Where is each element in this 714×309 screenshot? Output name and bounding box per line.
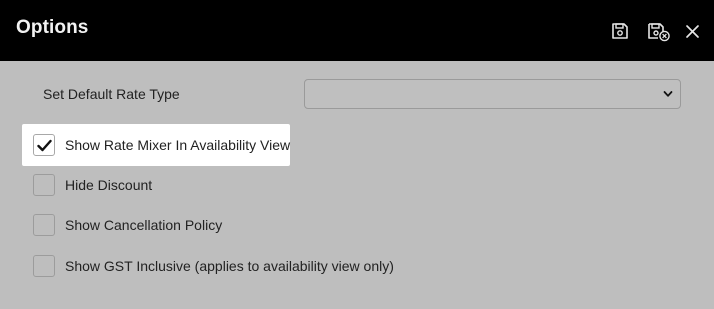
window-title: Options [16, 17, 89, 38]
option-hide-discount[interactable]: Hide Discount [33, 173, 152, 197]
save-close-icon[interactable] [646, 20, 672, 42]
window-header: Options [0, 0, 714, 61]
checkbox-label: Hide Discount [65, 177, 153, 193]
checkbox[interactable] [33, 255, 55, 277]
default-rate-type-select[interactable] [304, 79, 681, 109]
checkmark-icon [37, 139, 52, 152]
option-show-rate-mixer[interactable]: Show Rate Mixer In Availability View [33, 133, 290, 157]
checkbox-label: Show Cancellation Policy [65, 217, 223, 233]
option-show-gst-inclusive[interactable]: Show GST Inclusive (applies to availabil… [33, 254, 394, 278]
default-rate-type-label: Set Default Rate Type [43, 86, 180, 102]
chevron-down-icon [663, 91, 673, 97]
option-show-cancellation-policy[interactable]: Show Cancellation Policy [33, 213, 222, 237]
checkbox[interactable] [33, 174, 55, 196]
close-icon[interactable] [682, 20, 704, 42]
checkbox-label: Show GST Inclusive (applies to availabil… [65, 258, 394, 274]
checkbox-label: Show Rate Mixer In Availability View [65, 137, 291, 153]
save-icon[interactable] [609, 20, 631, 42]
checkbox[interactable] [33, 134, 55, 156]
checkbox[interactable] [33, 214, 55, 236]
